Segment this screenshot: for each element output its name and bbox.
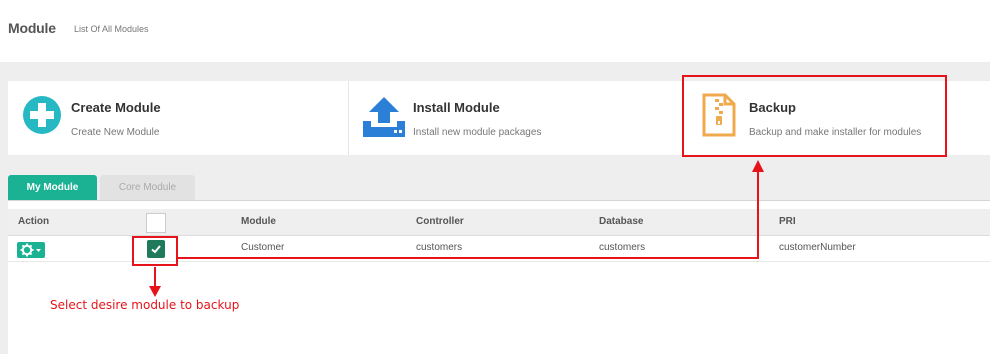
annotation-text: Select desire module to backup	[50, 298, 240, 312]
